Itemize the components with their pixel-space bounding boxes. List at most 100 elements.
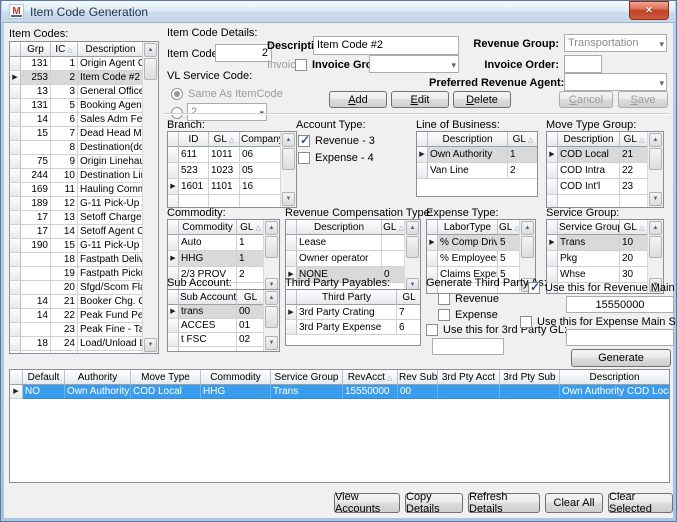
- column-header[interactable]: Authority: [65, 370, 131, 385]
- grid-row[interactable]: 20Sfgd/Scom Flat A: [10, 281, 158, 295]
- column-header[interactable]: ID: [179, 132, 209, 147]
- grid-row[interactable]: ▶3rd Party Crating7: [286, 305, 420, 320]
- grid-row[interactable]: Van Line2: [417, 163, 537, 179]
- vertical-scrollbar[interactable]: ▲▼: [263, 290, 279, 351]
- grid-row[interactable]: 157Dead Head Milea: [10, 127, 158, 141]
- scroll-up-icon[interactable]: ▲: [265, 291, 278, 305]
- scroll-down-icon[interactable]: ▼: [144, 338, 157, 352]
- column-header[interactable]: Description: [78, 42, 144, 57]
- grid-row[interactable]: 23Peak Fine - Tag: [10, 323, 158, 337]
- grid-row[interactable]: 759Origin Linehaul F: [10, 155, 158, 169]
- grid-row[interactable]: 4425: [10, 351, 158, 354]
- column-header[interactable]: Grp: [21, 42, 51, 57]
- edit-button[interactable]: Edit: [391, 91, 449, 108]
- column-header[interactable]: Commodity: [179, 220, 237, 235]
- column-header[interactable]: GL△: [620, 132, 649, 147]
- grid-row[interactable]: 18Fastpath Delivery: [10, 253, 158, 267]
- column-header[interactable]: RevAcct△: [343, 370, 398, 385]
- scroll-down-icon[interactable]: ▼: [265, 336, 278, 350]
- preferred-revenue-agent-combo[interactable]: ▾: [564, 73, 667, 91]
- scroll-up-icon[interactable]: ▲: [265, 221, 278, 235]
- generate-button[interactable]: Generate: [571, 349, 671, 367]
- scroll-up-icon[interactable]: ▲: [406, 221, 419, 235]
- vertical-scrollbar[interactable]: ▲▼: [263, 220, 279, 293]
- sub-account-grid[interactable]: Sub AccountGL▶trans00ACCES01t FSC02▲▼: [167, 289, 280, 352]
- invoice-group-combo[interactable]: ▾: [369, 55, 459, 73]
- vertical-scrollbar[interactable]: ▲▼: [404, 220, 420, 293]
- grid-row[interactable]: 1422Peak Fund Perce: [10, 309, 158, 323]
- scroll-thumb[interactable]: [265, 236, 278, 258]
- cancel-button[interactable]: Cancel: [559, 91, 613, 108]
- expense-main-segment-input[interactable]: [566, 329, 674, 346]
- grid-row[interactable]: 1315Booking Agent Co: [10, 99, 158, 113]
- revenue-3-checkbox[interactable]: Revenue - 3: [298, 134, 375, 147]
- scroll-up-icon[interactable]: ▲: [649, 133, 662, 147]
- close-button[interactable]: ✕: [629, 1, 669, 20]
- scroll-up-icon[interactable]: ▲: [282, 133, 295, 147]
- clear-all-button[interactable]: Clear All: [545, 493, 603, 513]
- results-grid[interactable]: DefaultAuthorityMove TypeCommodityServic…: [9, 369, 670, 483]
- grid-row[interactable]: ▶2532Item Code #2: [10, 71, 158, 85]
- grid-row[interactable]: 133General Office Co: [10, 85, 158, 99]
- grid-row[interactable]: ▶Trans10: [547, 235, 663, 251]
- column-header[interactable]: Description: [558, 132, 620, 147]
- third-party-gl-input[interactable]: [432, 338, 504, 355]
- grid-row[interactable]: Owner operator: [286, 251, 420, 267]
- grid-row[interactable]: ▶NOOwn AuthorityCOD LocalHHGTrans1555000…: [10, 385, 669, 399]
- title-bar[interactable]: M Item Code Generation: [2, 1, 675, 23]
- grid-row[interactable]: 19Fastpath Pickup I: [10, 267, 158, 281]
- column-header[interactable]: Company: [240, 132, 282, 147]
- move-type-group-grid[interactable]: DescriptionGL△▶COD Local21COD Intra22COD…: [546, 131, 664, 208]
- column-header[interactable]: Description: [560, 370, 670, 385]
- column-header[interactable]: 3rd Pty Acct: [438, 370, 500, 385]
- line-of-business-grid[interactable]: DescriptionGL△▶Own Authority1Van Line2: [416, 131, 538, 197]
- item-code-input[interactable]: 2: [215, 44, 272, 62]
- clear-selected-button[interactable]: Clear Selected: [608, 493, 673, 513]
- grid-row[interactable]: COD Int'l23: [547, 179, 663, 195]
- grid-row[interactable]: 146Sales Adm Fee: [10, 113, 158, 127]
- branch-grid[interactable]: IDGL△Company611101106523102305▶160111011…: [167, 131, 297, 208]
- column-header[interactable]: Description: [297, 220, 382, 235]
- column-header[interactable]: Service Group: [271, 370, 343, 385]
- same-as-itemcode-radio[interactable]: Same As ItemCode: [171, 87, 283, 100]
- add-button[interactable]: Add: [329, 91, 387, 108]
- column-header[interactable]: Sub Account: [179, 290, 237, 305]
- column-header[interactable]: GL△: [508, 132, 538, 147]
- grid-row[interactable]: 3rd Party Expense6: [286, 320, 420, 335]
- use-expense-main-segment-checkbox[interactable]: Use this for Expense Main Segment:: [520, 315, 677, 328]
- column-header[interactable]: Service Group: [558, 220, 620, 235]
- scroll-down-icon[interactable]: ▼: [282, 192, 295, 206]
- scroll-thumb[interactable]: [282, 148, 295, 170]
- grid-row[interactable]: 24410Destination Lineh: [10, 169, 158, 183]
- generate-revenue-checkbox[interactable]: Revenue: [438, 292, 499, 305]
- vertical-scrollbar[interactable]: ▲▼: [280, 132, 296, 207]
- grid-row[interactable]: 1421Booker Chg. Cros: [10, 295, 158, 309]
- scroll-thumb[interactable]: [406, 236, 419, 258]
- column-header[interactable]: GL△: [620, 220, 649, 235]
- scroll-thumb[interactable]: [649, 148, 662, 170]
- generate-expense-checkbox[interactable]: Expense: [438, 308, 498, 321]
- grid-row[interactable]: ▶Own Authority1: [417, 147, 537, 163]
- refresh-details-button[interactable]: Refresh Details: [468, 493, 540, 513]
- grid-row[interactable]: ▶1601110116: [168, 179, 296, 195]
- scroll-thumb[interactable]: [649, 236, 662, 258]
- scroll-up-icon[interactable]: ▲: [521, 221, 534, 235]
- grid-row[interactable]: Lease: [286, 235, 420, 251]
- column-header[interactable]: Description: [428, 132, 508, 147]
- item-codes-grid[interactable]: GrpIC△Description1311Origin Agent Com▶25…: [9, 41, 159, 354]
- grid-row[interactable]: 18912G-11 Pick-Up Age: [10, 197, 158, 211]
- save-button[interactable]: Save: [618, 91, 668, 108]
- invoice-order-input[interactable]: [564, 55, 602, 73]
- column-header[interactable]: GL△: [209, 132, 240, 147]
- column-header[interactable]: Default: [23, 370, 65, 385]
- invoice-checkbox[interactable]: [295, 58, 307, 71]
- grid-row[interactable]: 1824Load/Unload Lea: [10, 337, 158, 351]
- vertical-scrollbar[interactable]: ▲▼: [647, 132, 663, 207]
- column-header[interactable]: Move Type: [131, 370, 201, 385]
- use-revenue-main-segment-checkbox[interactable]: Use this for Revenue Main Segment: [528, 281, 677, 294]
- column-header[interactable]: GL△: [382, 220, 406, 235]
- column-header[interactable]: GL△: [237, 220, 265, 235]
- scroll-up-icon[interactable]: ▲: [649, 221, 662, 235]
- expense-4-checkbox[interactable]: Expense - 4: [298, 151, 374, 164]
- copy-details-button[interactable]: Copy Details: [405, 493, 463, 513]
